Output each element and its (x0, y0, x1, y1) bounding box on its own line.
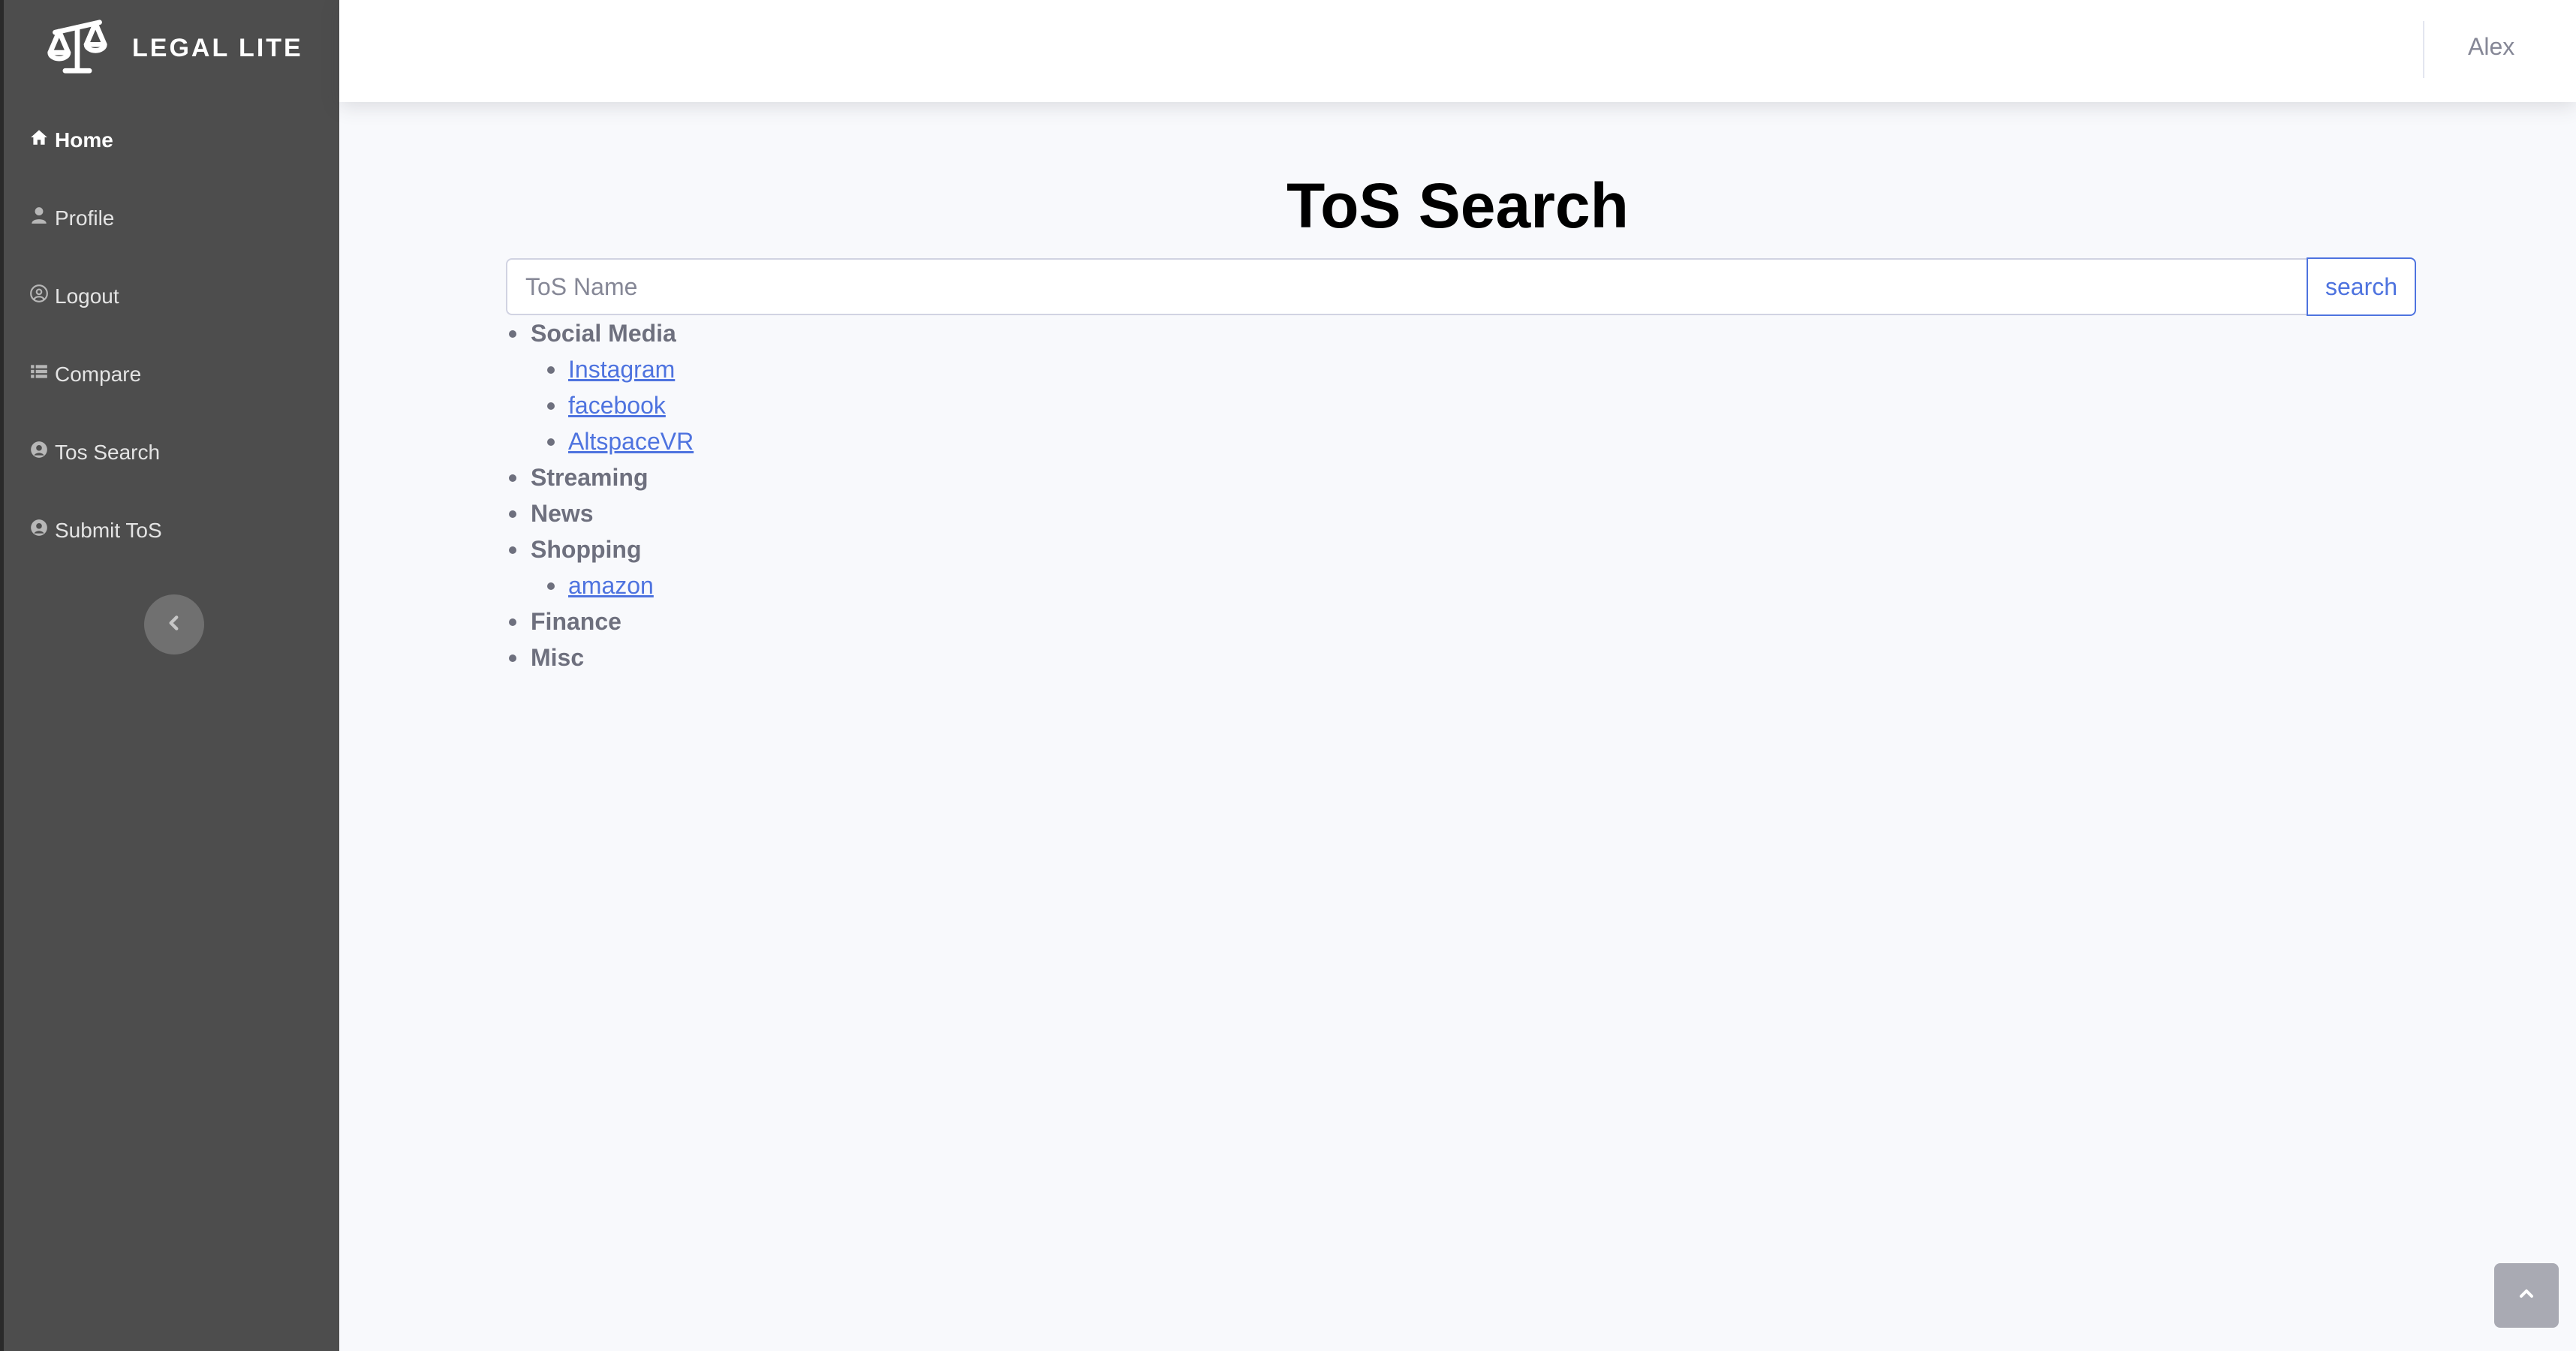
list-item: News (506, 495, 694, 531)
category-label: Social Media (531, 320, 676, 347)
sub-list: amazon (531, 567, 694, 603)
tos-link-instagram[interactable]: Instagram (568, 356, 675, 383)
list-item: amazon (531, 567, 694, 603)
sidebar-item-tos-search[interactable]: Tos Search (29, 440, 160, 465)
sidebar-item-profile[interactable]: Profile (29, 206, 114, 230)
page-title: ToS Search (1286, 170, 1629, 241)
user-menu[interactable]: Alex (2468, 33, 2514, 61)
sidebar-item-label: Submit ToS (55, 518, 162, 542)
brand-name: LEGAL LITE (132, 34, 303, 62)
list-item: AltspaceVR (531, 423, 694, 459)
sidebar-item-label: Profile (55, 206, 115, 230)
sidebar-toggle-button[interactable] (144, 594, 204, 654)
sidebar: LEGAL LITE Home Profile Logout Compare T… (0, 0, 339, 1351)
tos-link-amazon[interactable]: amazon (568, 572, 654, 599)
tos-link-altspacevr[interactable]: AltspaceVR (568, 428, 694, 455)
list-item: Streaming (506, 459, 694, 495)
list-item: facebook (531, 387, 694, 423)
category-label: Streaming (531, 464, 649, 491)
category-label: Finance (531, 608, 621, 635)
sidebar-item-label: Compare (55, 362, 142, 386)
sidebar-item-label: Home (55, 128, 113, 152)
category-label: Shopping (531, 536, 642, 563)
topbar: Alex (339, 0, 2576, 102)
sub-list: Instagram facebook AltspaceVR (531, 351, 694, 459)
category-label: Misc (531, 644, 585, 671)
topbar-divider (2423, 21, 2424, 78)
brand[interactable]: LEGAL LITE (45, 17, 303, 80)
list-item: Shopping amazon (506, 531, 694, 603)
user-icon (29, 206, 49, 230)
app: LEGAL LITE Home Profile Logout Compare T… (0, 0, 2576, 1351)
sidebar-item-label: Tos Search (55, 440, 161, 464)
sidebar-item-submit-tos[interactable]: Submit ToS (29, 518, 162, 543)
list-item: Misc (506, 639, 694, 676)
sidebar-item-compare[interactable]: Compare (29, 362, 141, 387)
tos-link-facebook[interactable]: facebook (568, 392, 666, 419)
sidebar-item-logout[interactable]: Logout (29, 284, 119, 308)
search-button[interactable]: search (2307, 257, 2416, 316)
category-label: News (531, 500, 594, 527)
list-icon (29, 362, 49, 387)
list-item: Finance (506, 603, 694, 639)
category-list: Social Media Instagram facebook Altspace… (506, 315, 694, 676)
home-icon (29, 128, 49, 152)
sidebar-item-home[interactable]: Home (29, 128, 113, 152)
user-circle-icon (29, 440, 49, 465)
search-input[interactable] (506, 258, 2307, 315)
user-circle-icon (29, 284, 49, 308)
list-item: Instagram (531, 351, 694, 387)
list-item: Social Media Instagram facebook Altspace… (506, 315, 694, 459)
chevron-left-icon (164, 613, 184, 636)
sidebar-item-label: Logout (55, 284, 119, 308)
chevron-up-icon (2517, 1285, 2535, 1307)
user-circle-icon (29, 518, 49, 543)
scroll-to-top-button[interactable] (2494, 1263, 2559, 1328)
scales-icon (45, 14, 110, 83)
